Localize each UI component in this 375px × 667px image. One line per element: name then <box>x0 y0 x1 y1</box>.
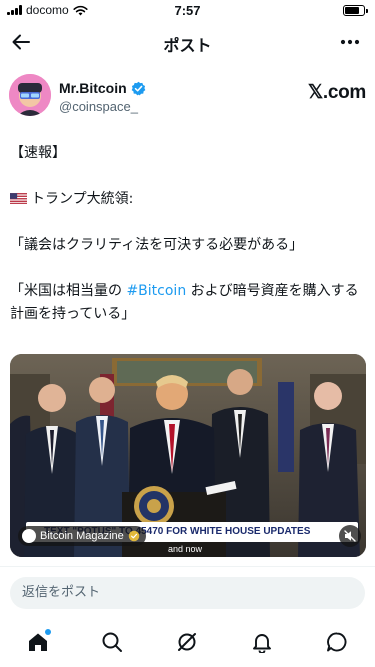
post-line-3: 「議会はクラリティ法を可決する必要がある」 <box>10 237 304 253</box>
author-name-text: Mr.Bitcoin <box>59 80 127 96</box>
verified-icon <box>128 530 140 542</box>
battery-fill <box>345 7 359 14</box>
tab-grok[interactable] <box>173 628 201 656</box>
brand-logo-icon <box>22 529 36 543</box>
more-button[interactable] <box>337 29 363 55</box>
us-flag-icon <box>10 193 27 204</box>
avatar[interactable] <box>9 74 51 116</box>
status-bar: docomo 7:57 <box>0 0 375 22</box>
tab-search[interactable] <box>98 628 126 656</box>
grok-icon <box>178 633 196 651</box>
tab-notifications[interactable] <box>248 628 276 656</box>
post-line-2-text: トランプ大統領: <box>31 191 134 207</box>
tab-messages[interactable] <box>323 628 351 656</box>
video-ticker-sub: and now <box>168 544 203 554</box>
notification-dot <box>45 629 51 635</box>
battery-icon <box>343 5 368 16</box>
bottom-tab-bar <box>0 622 375 662</box>
divider <box>0 566 375 567</box>
more-horizontal-icon <box>340 39 360 45</box>
post-line-1: 【速報】 <box>10 145 66 161</box>
speaker-muted-icon <box>344 530 356 542</box>
message-icon <box>327 632 347 652</box>
post-text: 【速報】 トランプ大統領: 「議会はクラリティ法を可決する必要がある」 「米国は… <box>10 142 366 326</box>
media-brand-name: Bitcoin Magazine <box>40 530 124 542</box>
verified-icon <box>131 81 146 95</box>
bell-icon <box>253 634 271 653</box>
author-handle[interactable]: @coinspace_ <box>59 99 138 114</box>
author-row: Mr.Bitcoin @coinspace_ 𝕏.com <box>9 74 366 120</box>
page-title: ポスト <box>163 36 212 55</box>
clock: 7:57 <box>174 3 201 18</box>
avatar-image <box>9 74 51 116</box>
media-brand-pill[interactable]: Bitcoin Magazine <box>18 526 146 546</box>
post-line-4-pre: 「米国は相当量の <box>10 283 127 299</box>
mute-button[interactable] <box>339 525 361 547</box>
search-icon <box>102 632 122 652</box>
post-line-4: 「米国は相当量の #Bitcoin および暗号資産を購入する計画を持っている」 <box>10 280 366 326</box>
top-nav: ポスト <box>0 26 375 60</box>
author-name[interactable]: Mr.Bitcoin <box>59 80 146 96</box>
post-line-2: トランプ大統領: <box>10 188 366 211</box>
reply-input[interactable]: 返信をポスト <box>10 577 365 609</box>
tab-home[interactable] <box>24 628 52 656</box>
source-badge: 𝕏.com <box>307 82 366 103</box>
hashtag-link[interactable]: #Bitcoin <box>126 283 186 299</box>
